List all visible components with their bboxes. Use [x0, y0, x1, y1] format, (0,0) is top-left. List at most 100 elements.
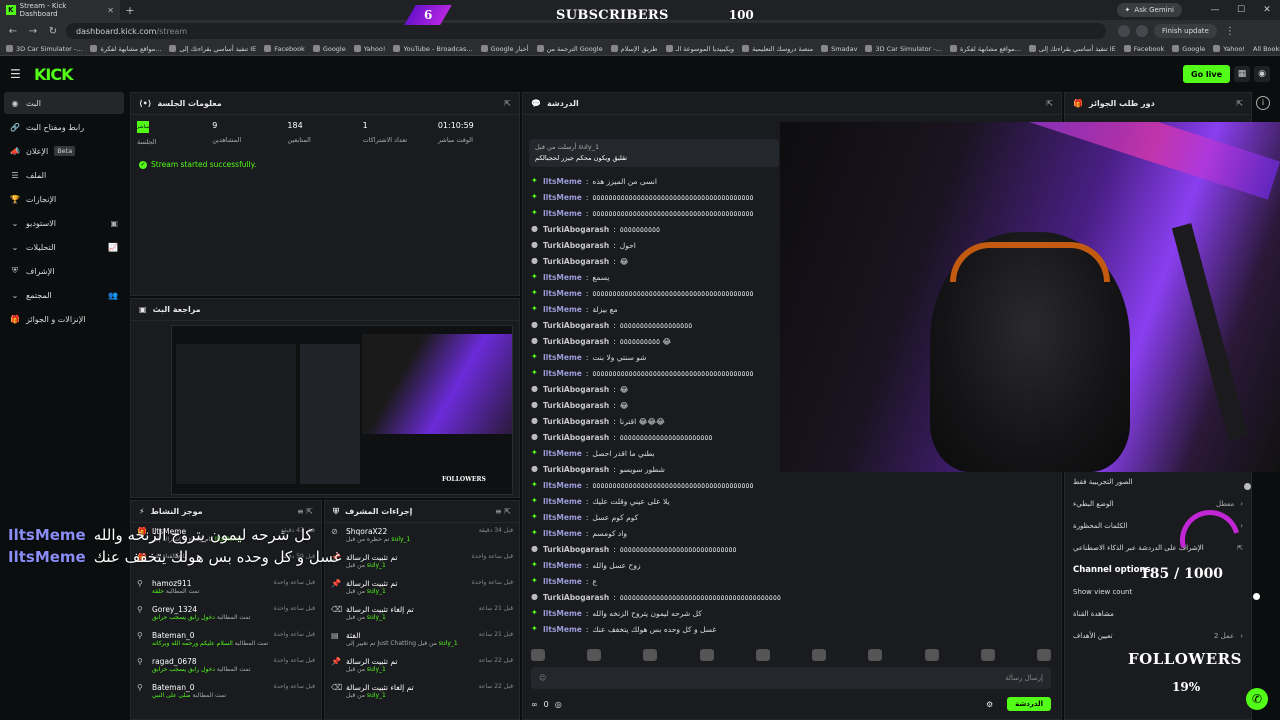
chat-message[interactable]: ✦ IltsMeme:٥٥٥٥٥٥٥٥٥٥٥٥٥٥٥٥٥٥٥٥٥٥٥٥٥٥٥٥٥٥…: [531, 365, 781, 381]
emote-icon[interactable]: [699, 649, 714, 661]
chat-username[interactable]: IltsMeme: [543, 449, 582, 458]
sidebar-item[interactable]: ⌄ المجتمع 👥: [4, 284, 124, 306]
filter-icon[interactable]: ≡ ⇱: [297, 507, 313, 516]
chat-username[interactable]: TurkiAbogarash: [543, 465, 609, 474]
activity-user[interactable]: Gorey_1324: [152, 605, 269, 614]
pinned-message[interactable]: أرسلت من قبل suly_1 تقليق ويكون محكم جيز…: [529, 139, 779, 167]
bookmark-item[interactable]: Facebook: [264, 45, 305, 53]
bookmark-item[interactable]: مواقع مشابهة لفكرة...: [949, 45, 1021, 53]
bookmark-item[interactable]: Yahoo!: [1213, 45, 1245, 53]
chat-username[interactable]: IltsMeme: [543, 577, 582, 586]
settings-gear-icon[interactable]: ⚙: [986, 700, 993, 709]
forward-icon[interactable]: →: [26, 26, 40, 37]
chat-username[interactable]: IltsMeme: [543, 289, 582, 298]
chat-username[interactable]: IltsMeme: [543, 177, 582, 186]
chat-message[interactable]: ● TurkiAbogarash: 😂: [531, 397, 781, 413]
emote-icon[interactable]: [587, 649, 602, 661]
show-view-count-row[interactable]: Show view count: [1065, 581, 1251, 603]
chat-username[interactable]: IltsMeme: [543, 193, 582, 202]
mod-action-by[interactable]: suly_1: [367, 666, 386, 673]
chat-username[interactable]: TurkiAbogarash: [543, 385, 609, 394]
emote-icon[interactable]: [980, 649, 995, 661]
sidebar-item[interactable]: ⌄ التحليلات 📈: [4, 236, 124, 258]
sidebar-item[interactable]: 🏆 الإنجازات: [4, 188, 124, 210]
bookmark-item[interactable]: طريق الإسلام: [610, 45, 658, 53]
chat-username[interactable]: IltsMeme: [543, 609, 582, 618]
bookmark-item[interactable]: الترجمة من Google: [536, 45, 603, 53]
maximize-icon[interactable]: ☐: [1228, 5, 1254, 15]
emote-icon[interactable]: [755, 649, 770, 661]
back-icon[interactable]: ←: [6, 26, 20, 37]
chat-username[interactable]: IltsMeme: [543, 305, 582, 314]
chat-username[interactable]: TurkiAbogarash: [543, 337, 609, 346]
chat-message[interactable]: ● TurkiAbogarash:٥٥٥٥٥٥٥٥٥٥ 😂: [531, 333, 781, 349]
bookmark-item[interactable]: تنفيذ أساسي بقراءتك إلى IE: [1028, 45, 1116, 53]
chat-username[interactable]: IltsMeme: [543, 481, 582, 490]
activity-user[interactable]: ragad_0678: [152, 657, 269, 666]
ask-gemini-button[interactable]: ✦ Ask Gemini: [1116, 3, 1182, 17]
emoji-icon[interactable]: ☺: [539, 674, 546, 682]
chat-message[interactable]: ✦ IltsMeme: يسمع: [531, 269, 781, 285]
emote-icon[interactable]: [812, 649, 827, 661]
channel-settings-row[interactable]: مشاهدة القناة: [1065, 603, 1251, 625]
chat-username[interactable]: TurkiAbogarash: [543, 545, 609, 554]
goals-row[interactable]: تعيين الأهداف عمل 2 ›: [1065, 625, 1251, 647]
emote-icon[interactable]: [643, 649, 658, 661]
chat-message[interactable]: ✦ IltsMeme: ع: [531, 573, 781, 589]
chat-username[interactable]: IltsMeme: [543, 513, 582, 522]
layout-icon[interactable]: ▦: [1234, 66, 1250, 82]
mod-action-by[interactable]: suly_1: [439, 640, 458, 647]
profile-avatar-icon[interactable]: [1136, 25, 1148, 37]
chat-username[interactable]: IltsMeme: [543, 625, 582, 634]
chat-username[interactable]: TurkiAbogarash: [543, 593, 609, 602]
chat-username[interactable]: TurkiAbogarash: [543, 433, 609, 442]
mod-action-by[interactable]: suly_1: [391, 536, 410, 543]
chat-username[interactable]: IltsMeme: [543, 353, 582, 362]
chat-message[interactable]: ✦ IltsMeme: زوح عسل والله: [531, 557, 781, 573]
go-live-button[interactable]: Go live: [1183, 65, 1230, 83]
emote-only-row[interactable]: الصور التجريبية فقط: [1065, 471, 1251, 493]
popout-icon[interactable]: ⇱: [1046, 99, 1053, 108]
emote-icon[interactable]: [1036, 649, 1051, 661]
slow-mode-row[interactable]: الوضع البطيء معطل ›: [1065, 493, 1251, 515]
chat-message[interactable]: ● TurkiAbogarash:٥٥٥٥٥٥٥٥٥٥٥٥٥٥٥٥٥٥: [531, 317, 781, 333]
bookmark-item[interactable]: Yahoo!: [353, 45, 385, 53]
chat-username[interactable]: IltsMeme: [543, 369, 582, 378]
chat-message[interactable]: ● TurkiAbogarash: اقترنا 😂😂😂: [531, 413, 781, 429]
reload-icon[interactable]: ↻: [46, 26, 60, 37]
chat-username[interactable]: TurkiAbogarash: [543, 417, 609, 426]
mod-action-by[interactable]: suly_1: [367, 692, 386, 699]
info-icon[interactable]: i: [1256, 96, 1270, 110]
chat-message[interactable]: ✦ IltsMeme: كوم كوم عسل: [531, 509, 781, 525]
bookmark-item[interactable]: YouTube - Broadcas...: [393, 45, 473, 53]
activity-user[interactable]: Bateman_0: [152, 631, 269, 640]
bookmark-item[interactable]: تنفيذ أساسي بقراءتك إلى IE: [169, 45, 256, 53]
close-tab-icon[interactable]: ✕: [107, 6, 114, 15]
chat-message[interactable]: ✦ IltsMeme: يلا على عيني وقلت عليك: [531, 493, 781, 509]
stream-preview-video[interactable]: FOLLOWERS: [171, 325, 513, 495]
chat-message[interactable]: ✦ IltsMeme:٥٥٥٥٥٥٥٥٥٥٥٥٥٥٥٥٥٥٥٥٥٥٥٥٥٥٥٥٥٥…: [531, 285, 781, 301]
emote-icon[interactable]: [531, 649, 545, 661]
hamburger-menu-icon[interactable]: ☰: [10, 67, 24, 81]
browser-tab[interactable]: K Stream - Kick Dashboard ✕: [0, 0, 120, 20]
extension-icon[interactable]: [1118, 25, 1130, 37]
bookmark-item[interactable]: ويكيبيديا الموسوعة الـ: [665, 45, 734, 53]
sidebar-item[interactable]: 🔗 رابط ومفتاح البث: [4, 116, 124, 138]
chat-message[interactable]: ● TurkiAbogarash: 😂: [531, 381, 781, 397]
emote-icon[interactable]: [868, 649, 883, 661]
chat-message[interactable]: ✦ IltsMeme: غسل و كل وحده بس هولك يتخفف عن…: [531, 621, 781, 637]
sidebar-item[interactable]: 📣 الإعلان Beta: [4, 140, 124, 162]
chat-username[interactable]: TurkiAbogarash: [543, 321, 609, 330]
new-tab-button[interactable]: +: [120, 4, 140, 17]
chat-username[interactable]: IltsMeme: [543, 273, 582, 282]
chat-message[interactable]: ✦ IltsMeme: شو سنتي ولا بنت: [531, 349, 781, 365]
bookmark-item[interactable]: مواقع مشابهة لفكرة...: [90, 45, 161, 53]
chat-username[interactable]: IltsMeme: [543, 561, 582, 570]
bookmark-item[interactable]: Google: [1172, 45, 1205, 53]
menu-kebab-icon[interactable]: ⋮: [1223, 26, 1237, 37]
chat-username[interactable]: TurkiAbogarash: [543, 401, 609, 410]
bookmark-item[interactable]: Smadav: [821, 45, 857, 53]
help-chat-button[interactable]: ✆: [1246, 688, 1268, 710]
send-chat-button[interactable]: الدردشة: [1007, 697, 1051, 711]
chat-message[interactable]: ● TurkiAbogarash: شطور سويسو: [531, 461, 781, 477]
